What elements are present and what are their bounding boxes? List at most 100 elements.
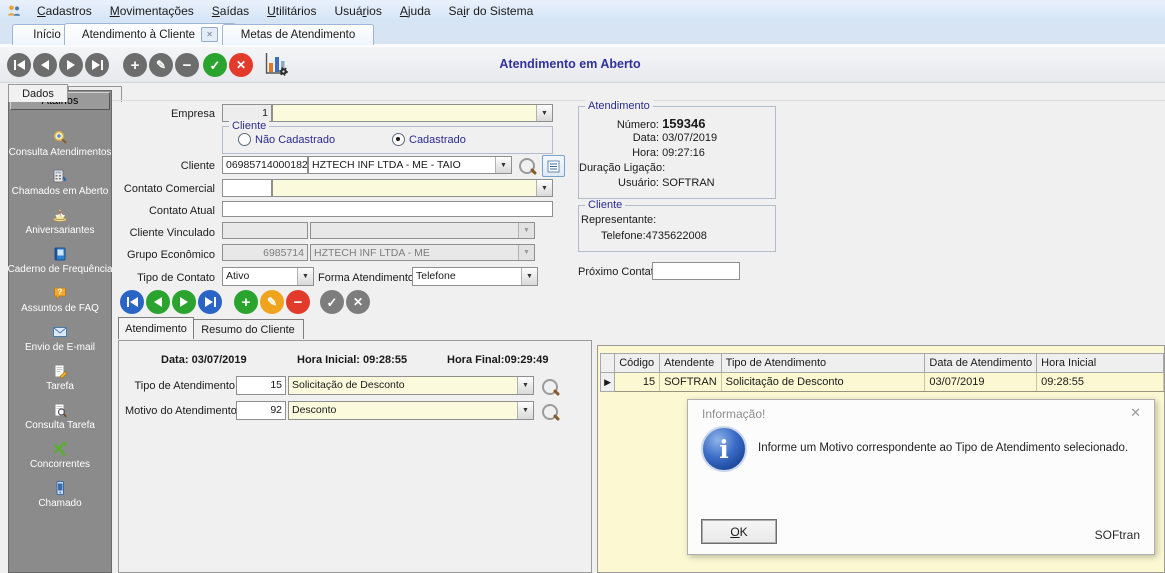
cliente-name-combo[interactable]: HZTECH INF LTDA - ME - TAIO▼ [308,156,512,174]
sidebar-item-concorrentes[interactable]: Concorrentes [30,441,90,470]
dropdown-arrow-icon[interactable]: ▼ [536,105,552,121]
grid-header-row: Código Atendente Tipo de Atendimento Dat… [601,354,1164,373]
menu-item-sair-do-sistema[interactable]: Sair do Sistema [440,4,543,18]
search-icon[interactable] [542,379,558,395]
grid-header-codigo[interactable]: Código [615,354,660,373]
chart-settings-button[interactable] [263,51,289,77]
contato-comercial-code-field[interactable] [222,179,272,197]
sidebar-item-tarefa[interactable]: Tarefa [46,363,74,392]
search-icon[interactable] [542,404,558,420]
delete-record-button[interactable]: − [175,53,199,77]
tipo-de-atendimento-code-field[interactable]: 15 [236,376,286,395]
sidebar-item-assuntos-de-faq[interactable]: ? Assuntos de FAQ [21,285,99,314]
last-record-button[interactable] [85,53,109,77]
sidebar-item-envio-de-email[interactable]: Envio de E-mail [25,324,95,353]
sidebar-item-consulta-atendimentos[interactable]: Consulta Atendimentos [9,129,112,158]
dropdown-arrow-icon[interactable]: ▼ [517,402,533,419]
dropdown-arrow-icon[interactable]: ▼ [517,377,533,394]
detail-confirm-button[interactable]: ✓ [320,290,344,314]
forma-atendimento-combo[interactable]: Telefone▼ [412,267,538,286]
motivo-do-atendimento-combo[interactable]: Desconto▼ [288,401,534,420]
detail-previous-record-button[interactable] [146,290,170,314]
detail-delete-button[interactable]: − [286,290,310,314]
document-magnifier-icon [52,402,68,418]
confirm-button[interactable]: ✓ [203,53,227,77]
sidebar-item-chamado[interactable]: Chamado [38,480,81,509]
detail-cancel-button[interactable]: ✕ [346,290,370,314]
sidebar-item-chamados-em-aberto[interactable]: Chamados em Aberto [12,168,109,197]
client-list-button[interactable] [542,155,565,177]
tab-close-icon[interactable]: ✕ [201,27,218,42]
tab-resumo-do-cliente[interactable]: Resumo do Cliente [192,319,304,339]
cell-data: 03/07/2019 [925,373,1037,392]
menu-item-movimentacoes[interactable]: Movimentações [101,4,203,18]
proximo-contato-label: Próximo Contato [578,266,650,278]
cell-codigo: 15 [615,373,660,392]
cell-atendente: SOFTRAN [660,373,722,392]
menu-item-cadastros[interactable]: Cadastros [28,4,101,18]
search-icon[interactable] [519,158,535,174]
ok-button[interactable]: OK [701,519,777,544]
motivo-do-atendimento-code-field[interactable]: 92 [236,401,286,420]
radio-selected-icon [392,133,405,146]
grid-header-atendente[interactable]: Atendente [660,354,722,373]
detail-add-button[interactable]: + [234,290,258,314]
tipo-de-atendimento-combo[interactable]: Solicitação de Desconto▼ [288,376,534,395]
first-record-button[interactable] [7,53,31,77]
menu-item-utilitarios[interactable]: Utilitários [258,4,325,18]
empresa-combo[interactable]: ▼ [272,104,553,122]
first-icon [130,297,138,307]
edit-record-button[interactable]: ✎ [149,53,173,77]
shortcuts-sidebar: Atalhos Consulta Atendimentos Chamados e… [8,90,112,573]
grid-header-data[interactable]: Data de Atendimento [925,354,1037,373]
sidebar-item-aniversariantes[interactable]: Aniversariantes [26,207,95,236]
menu-item-saidas[interactable]: Saídas [203,4,258,18]
motivo-do-atendimento-label: Motivo do Atendimento [125,405,235,417]
cliente-code-field[interactable]: 06985714000182 [222,156,308,174]
row-selector-icon[interactable]: ▶ [601,373,615,392]
previous-icon [154,297,162,307]
contato-atual-field[interactable] [222,201,553,217]
last-icon [92,60,100,70]
document-pencil-icon [52,363,68,379]
tab-atendimento-detail[interactable]: Atendimento [118,317,194,339]
dropdown-arrow-icon[interactable]: ▼ [495,157,511,173]
next-record-button[interactable] [59,53,83,77]
tab-atendimento-a-cliente[interactable]: Atendimento à Cliente ✕ [64,23,236,45]
menu-item-usuarios[interactable]: Usuários [325,4,390,18]
tab-dados[interactable]: Dados [8,84,68,102]
detail-first-record-button[interactable] [120,290,144,314]
tab-metas-de-atendimento[interactable]: Metas de Atendimento [222,24,374,45]
atendimento-groupbox: Atendimento Número: 159346 Data: 03/07/2… [578,106,776,199]
pencil-icon: ✎ [156,59,166,71]
add-record-button[interactable]: + [123,53,147,77]
previous-record-button[interactable] [33,53,57,77]
detail-next-record-button[interactable] [172,290,196,314]
sidebar-item-caderno-de-frequencia[interactable]: Caderno de Frequência [7,246,112,275]
table-row[interactable]: ▶ 15 SOFTRAN Solicitação de Desconto 03/… [601,373,1164,392]
dropdown-arrow-icon[interactable]: ▼ [536,180,552,196]
crossed-arrows-icon [52,441,68,457]
application-window: Cadastros Movimentações Saídas Utilitári… [0,0,1165,573]
cliente-vinculado-label: Cliente Vinculado [105,227,215,239]
grupo-economico-code-field: 6985714 [222,244,308,261]
dropdown-arrow-icon[interactable]: ▼ [297,268,313,285]
dialog-message: Informe um Motivo correspondente ao Tipo… [758,442,1136,454]
radio-cadastrado[interactable]: Cadastrado [392,133,466,146]
dialog-close-icon[interactable]: ✕ [1130,405,1141,421]
detail-edit-button[interactable]: ✎ [260,290,284,314]
contato-comercial-combo[interactable]: ▼ [272,179,553,197]
sidebar-item-consulta-tarefa[interactable]: Consulta Tarefa [25,402,95,431]
usuario-value: SOFTRAN [662,177,715,189]
proximo-contato-field[interactable] [652,262,740,280]
usuario-label: Usuário: [579,177,659,189]
menu-item-ajuda[interactable]: Ajuda [391,4,440,18]
grid-header-tipo[interactable]: Tipo de Atendimento [721,354,925,373]
tipo-de-contato-combo[interactable]: Ativo▼ [222,267,314,286]
radio-nao-cadastrado[interactable]: Não Cadastrado [238,133,335,146]
detail-last-record-button[interactable] [198,290,222,314]
dropdown-arrow-icon[interactable]: ▼ [521,268,537,285]
grid-header-hora[interactable]: Hora Inicial [1037,354,1164,373]
cancel-button[interactable]: ✕ [229,53,253,77]
first-icon [17,60,25,70]
